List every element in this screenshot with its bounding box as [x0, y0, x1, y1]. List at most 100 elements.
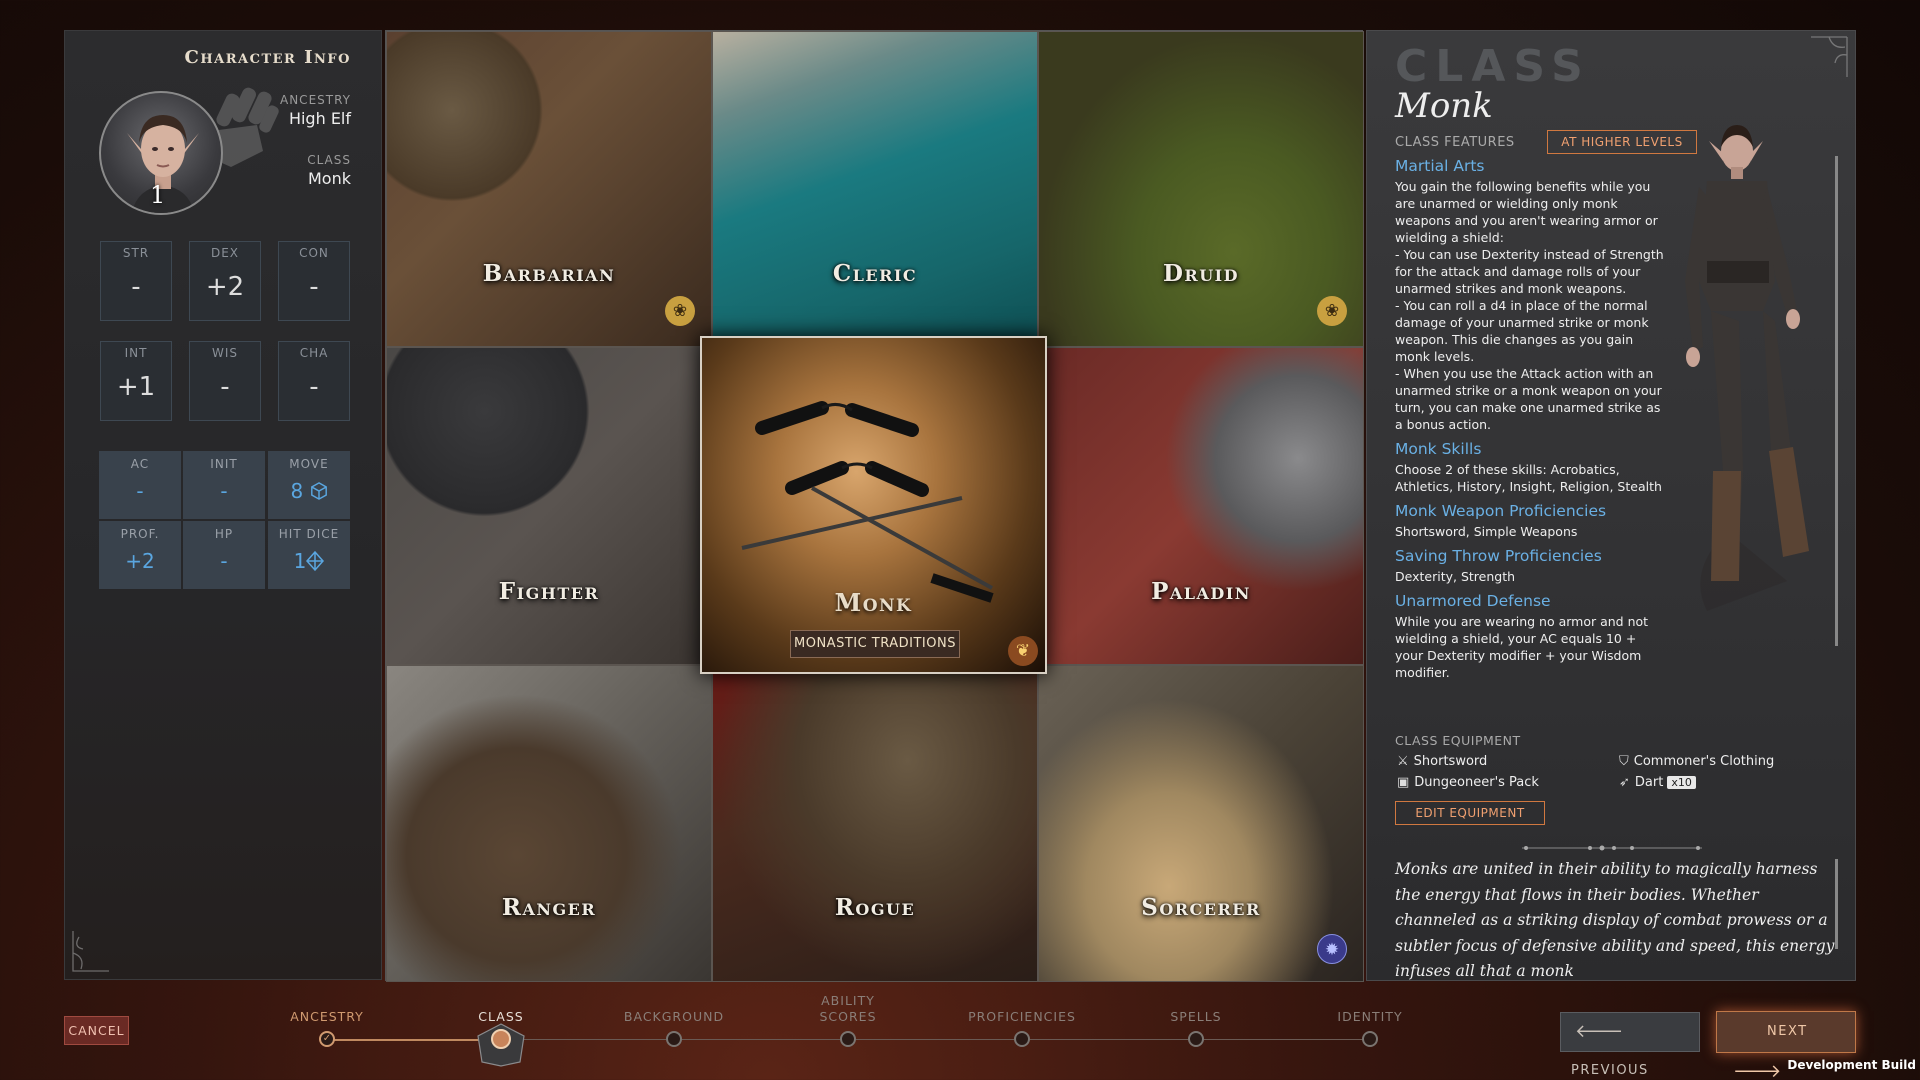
- character-model: [1685, 125, 1809, 611]
- monastic-traditions-button[interactable]: MONASTIC TRADITIONS: [790, 630, 960, 658]
- step-class-current-icon[interactable]: [474, 1022, 528, 1068]
- ability-value: +2: [205, 272, 245, 302]
- cancel-button[interactable]: CANCEL: [64, 1016, 129, 1045]
- class-tile-barbarian[interactable]: Barbarian ❀: [386, 31, 712, 347]
- feature-title: Unarmored Defense: [1395, 592, 1551, 610]
- paw-icon: ❀: [665, 296, 695, 326]
- stat-value: +2: [125, 549, 155, 573]
- stat-label: HIT DICE: [278, 527, 340, 541]
- feature-title: Monk Skills: [1395, 440, 1482, 458]
- ability-value: +1: [116, 372, 156, 402]
- class-tile-rogue[interactable]: Rogue: [712, 665, 1038, 982]
- previous-label: PREVIOUS: [1571, 1063, 1649, 1078]
- step-identity-dot[interactable]: [1362, 1031, 1378, 1047]
- class-tile-druid[interactable]: Druid ❀: [1038, 31, 1364, 347]
- class-tile-ranger[interactable]: Ranger: [386, 665, 712, 982]
- arrow-left-icon: 🡐: [1575, 1021, 1625, 1042]
- equipment-name: Dungeoneer's Pack: [1414, 775, 1539, 790]
- class-name: Monk: [834, 588, 913, 617]
- class-tile-cleric[interactable]: Cleric: [712, 31, 1038, 347]
- ability-value: -: [309, 372, 319, 402]
- equipment-name: Dart: [1634, 775, 1664, 790]
- stat-label: HP: [214, 527, 234, 541]
- stat-value: -: [220, 479, 228, 503]
- feature-text: While you are wearing no armor and not w…: [1395, 614, 1649, 680]
- step-identity-label[interactable]: IDENTITY: [1300, 1009, 1440, 1025]
- next-button[interactable]: NEXT 🡒: [1716, 1011, 1856, 1080]
- ability-label: WIS: [211, 346, 239, 360]
- paw-icon: ❀: [1317, 296, 1347, 326]
- next-label: NEXT: [1767, 1024, 1808, 1039]
- quantity-badge: x10: [1667, 776, 1696, 789]
- class-description: Monks are united in their ability to mag…: [1395, 860, 1835, 980]
- step-background-label[interactable]: BACKGROUND: [604, 1009, 744, 1025]
- class-heading: CLASS: [1395, 41, 1591, 92]
- stat-hp: HP -: [183, 521, 265, 589]
- ancestry-value: High Elf: [288, 109, 351, 128]
- stat-label: MOVE: [289, 457, 329, 471]
- step-proficiencies-label[interactable]: PROFICIENCIES: [952, 1009, 1092, 1025]
- class-value: Monk: [308, 169, 351, 188]
- feature-text: You gain the following benefits while yo…: [1395, 179, 1664, 432]
- class-name: Paladin: [1151, 578, 1251, 605]
- step-ability-scores-dot[interactable]: [840, 1031, 856, 1047]
- stat-hit-dice: HIT DICE 1: [268, 521, 350, 589]
- feature-title: Martial Arts: [1395, 157, 1485, 175]
- stat-value: -: [220, 549, 228, 573]
- ability-value: -: [131, 272, 141, 302]
- ornament-corner-icon: [1811, 36, 1848, 77]
- step-spells-dot[interactable]: [1188, 1031, 1204, 1047]
- class-tile-paladin[interactable]: Paladin: [1038, 347, 1364, 665]
- ability-int: INT +1: [100, 341, 172, 421]
- ability-label: CON: [299, 246, 329, 260]
- ability-label: CHA: [299, 346, 329, 360]
- features-scrollbar[interactable]: [1835, 156, 1838, 646]
- ability-cha: CHA -: [278, 341, 350, 421]
- class-name: Rogue: [834, 894, 916, 921]
- class-details-panel: CLASS Monk CLASS FEATURES AT HIGHER LEVE…: [1366, 30, 1856, 981]
- edit-equipment-button[interactable]: EDIT EQUIPMENT: [1395, 801, 1545, 825]
- class-name: Fighter: [498, 578, 600, 605]
- character-level: 1: [150, 181, 166, 209]
- class-tile-monk[interactable]: Monk MONASTIC TRADITIONS ❦: [700, 336, 1047, 674]
- step-ancestry-label[interactable]: ANCESTRY: [257, 1009, 397, 1025]
- step-background-dot[interactable]: [666, 1031, 682, 1047]
- arrow-right-icon: 🡒: [1733, 1061, 1783, 1080]
- class-name: Ranger: [501, 894, 597, 921]
- ability-str: STR -: [100, 241, 172, 321]
- ability-value: -: [220, 372, 230, 402]
- feature-title: Saving Throw Proficiencies: [1395, 547, 1602, 565]
- magic-swirl-icon: ✹: [1317, 934, 1347, 964]
- class-tile-fighter[interactable]: Fighter: [386, 347, 712, 665]
- step-proficiencies-dot[interactable]: [1014, 1031, 1030, 1047]
- stat-label: INIT: [210, 457, 238, 471]
- monk-weapons-art: [741, 401, 994, 603]
- backpack-icon: ▣: [1397, 775, 1410, 790]
- stat-init: INIT -: [183, 451, 265, 519]
- ability-label: DEX: [210, 246, 240, 260]
- equipment-item: ⛉ Commoner's Clothing: [1619, 754, 1774, 769]
- class-features-list: Martial Arts You gain the following bene…: [1395, 158, 1667, 681]
- class-equipment-label: CLASS EQUIPMENT: [1395, 733, 1521, 748]
- step-ancestry-check-icon[interactable]: ✓: [319, 1031, 335, 1047]
- class-tile-sorcerer[interactable]: Sorcerer ✹: [1038, 665, 1364, 982]
- step-spells-label[interactable]: SPELLS: [1126, 1009, 1266, 1025]
- ability-wis: WIS -: [189, 341, 261, 421]
- equipment-item: ➶ Dart x10: [1619, 775, 1696, 790]
- step-ability-scores-label[interactable]: ABILITY SCORES: [778, 993, 918, 1025]
- selected-class-name: Monk: [1395, 86, 1493, 126]
- sword-icon: ⚔: [1397, 754, 1409, 769]
- class-name: Cleric: [832, 260, 918, 287]
- description-scrollbar[interactable]: [1835, 859, 1838, 949]
- class-label: CLASS: [307, 153, 351, 167]
- equipment-name: Shortsword: [1413, 754, 1488, 769]
- stat-proficiency: PROF. +2: [99, 521, 181, 589]
- class-name: Sorcerer: [1141, 894, 1261, 921]
- stat-value: 1: [293, 549, 307, 573]
- previous-button[interactable]: 🡐 PREVIOUS: [1560, 1012, 1700, 1078]
- feature-text: Choose 2 of these skills: Acrobatics, At…: [1395, 462, 1662, 494]
- ornament-divider: [1522, 845, 1702, 851]
- stat-label: PROF.: [120, 527, 160, 541]
- dart-icon: ➶: [1619, 775, 1630, 790]
- stat-move: MOVE 8: [268, 451, 350, 519]
